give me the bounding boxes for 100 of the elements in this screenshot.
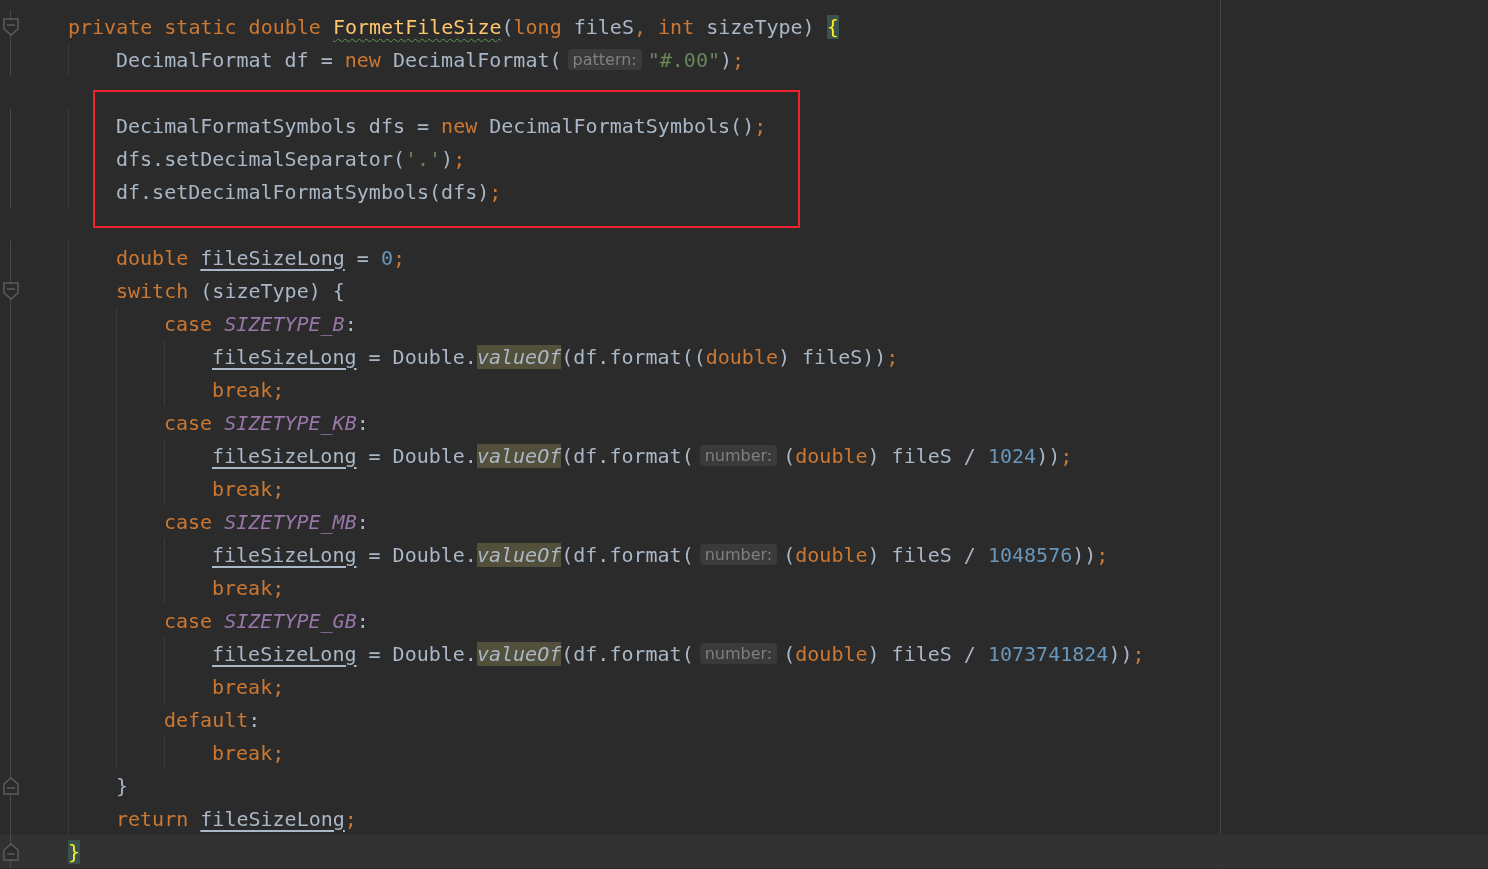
code-text: :	[356, 608, 369, 633]
code-text: ) fileS /	[867, 641, 977, 666]
keyword: break	[212, 740, 273, 765]
method-call: valueOf	[476, 344, 562, 369]
matched-brace: }	[68, 839, 81, 864]
keyword: case	[164, 410, 214, 435]
keyword: long	[513, 14, 563, 39]
punctuation: ;	[272, 476, 285, 501]
keyword: int	[658, 14, 696, 39]
keyword: double	[116, 245, 190, 270]
string-literal: '.'	[405, 146, 442, 171]
string-literal: "#.00"	[647, 47, 720, 72]
keyword: double	[795, 443, 868, 468]
method-call: valueOf	[476, 443, 562, 468]
keyword: default	[164, 707, 249, 732]
punctuation: ;	[453, 146, 466, 171]
number-literal: 0	[380, 245, 393, 270]
fold-icon[interactable]	[3, 18, 19, 36]
code-text: (	[501, 14, 514, 39]
punctuation: ;	[272, 575, 285, 600]
number-literal: 1048576	[987, 542, 1073, 567]
punctuation: ;	[1060, 443, 1073, 468]
parameter-hint: pattern:	[567, 49, 642, 70]
number-literal: 1073741824	[987, 641, 1109, 666]
punctuation: ;	[392, 245, 405, 270]
punctuation: ;	[1132, 641, 1145, 666]
keyword: double	[705, 344, 778, 369]
field-name: fileSizeLong	[200, 245, 345, 270]
code-text: (df.format(	[561, 641, 694, 666]
code-text: DecimalFormatSymbols dfs =	[116, 113, 431, 138]
keyword: private static double	[68, 14, 322, 39]
parameter-hint: number:	[699, 445, 778, 466]
keyword: break	[212, 674, 273, 699]
code-text: ))	[1036, 443, 1061, 468]
code-text: DecimalFormatSymbols()	[489, 113, 755, 138]
code-text: = Double.	[367, 344, 477, 369]
field-name: fileSizeLong	[200, 806, 345, 831]
code-text: }	[116, 773, 129, 798]
code-text: :	[248, 707, 261, 732]
keyword: break	[212, 476, 273, 501]
punctuation: ;	[272, 377, 285, 402]
code-text: = Double.	[367, 641, 477, 666]
code-text: ))	[1108, 641, 1133, 666]
code-text: )	[719, 47, 732, 72]
punctuation: ;	[732, 47, 745, 72]
keyword: case	[164, 509, 214, 534]
keyword: double	[795, 641, 868, 666]
code-text: ) fileS /	[867, 443, 977, 468]
code-text: (sizeType) {	[200, 278, 345, 303]
keyword: double	[795, 542, 868, 567]
code-text: :	[356, 410, 369, 435]
code-text: = Double.	[367, 542, 477, 567]
keyword: break	[212, 377, 273, 402]
keyword: new	[344, 47, 382, 72]
punctuation: ;	[754, 113, 767, 138]
keyword: break	[212, 575, 273, 600]
number-literal: 1024	[987, 443, 1037, 468]
keyword: return	[116, 806, 190, 831]
keyword: case	[164, 608, 214, 633]
constant-name: SIZETYPE_MB	[224, 509, 357, 534]
field-name: fileSizeLong	[212, 344, 357, 369]
code-text: (df.format(	[561, 443, 694, 468]
field-name: fileSizeLong	[212, 641, 357, 666]
matched-brace: {	[826, 14, 839, 39]
punctuation: ;	[272, 740, 285, 765]
code-text: :	[344, 311, 357, 336]
code-text: (	[783, 641, 796, 666]
code-text: sizeType)	[706, 14, 816, 39]
code-text: DecimalFormat df =	[116, 47, 334, 72]
code-text: (df.format((	[561, 344, 706, 369]
method-name: FormetFileSize	[332, 14, 502, 39]
field-name: fileSizeLong	[212, 542, 357, 567]
code-text: DecimalFormat(	[392, 47, 562, 72]
method-call: valueOf	[476, 542, 562, 567]
method-call: valueOf	[476, 641, 562, 666]
fold-icon[interactable]	[3, 843, 19, 861]
code-text: dfs.setDecimalSeparator(	[116, 146, 405, 171]
code-text: )	[441, 146, 454, 171]
punctuation: ;	[886, 344, 899, 369]
keyword: case	[164, 311, 214, 336]
constant-name: SIZETYPE_GB	[224, 608, 357, 633]
constant-name: SIZETYPE_B	[224, 311, 345, 336]
code-text: ))	[1072, 542, 1097, 567]
code-text: :	[356, 509, 369, 534]
fold-icon[interactable]	[3, 282, 19, 300]
code-text: ) fileS /	[867, 542, 977, 567]
fold-icon[interactable]	[3, 777, 19, 795]
punctuation: ,	[633, 14, 647, 39]
punctuation: ;	[272, 674, 285, 699]
code-text: =	[355, 245, 370, 270]
code-text: ) fileS))	[777, 344, 887, 369]
keyword: new	[441, 113, 479, 138]
constant-name: SIZETYPE_KB	[224, 410, 357, 435]
code-text: fileS	[573, 14, 634, 39]
punctuation: ;	[344, 806, 357, 831]
code-text: df.setDecimalFormatSymbols(dfs)	[116, 179, 490, 204]
keyword: switch	[116, 278, 190, 303]
code-text: (	[783, 542, 796, 567]
code-text: (	[783, 443, 796, 468]
parameter-hint: number:	[699, 544, 778, 565]
